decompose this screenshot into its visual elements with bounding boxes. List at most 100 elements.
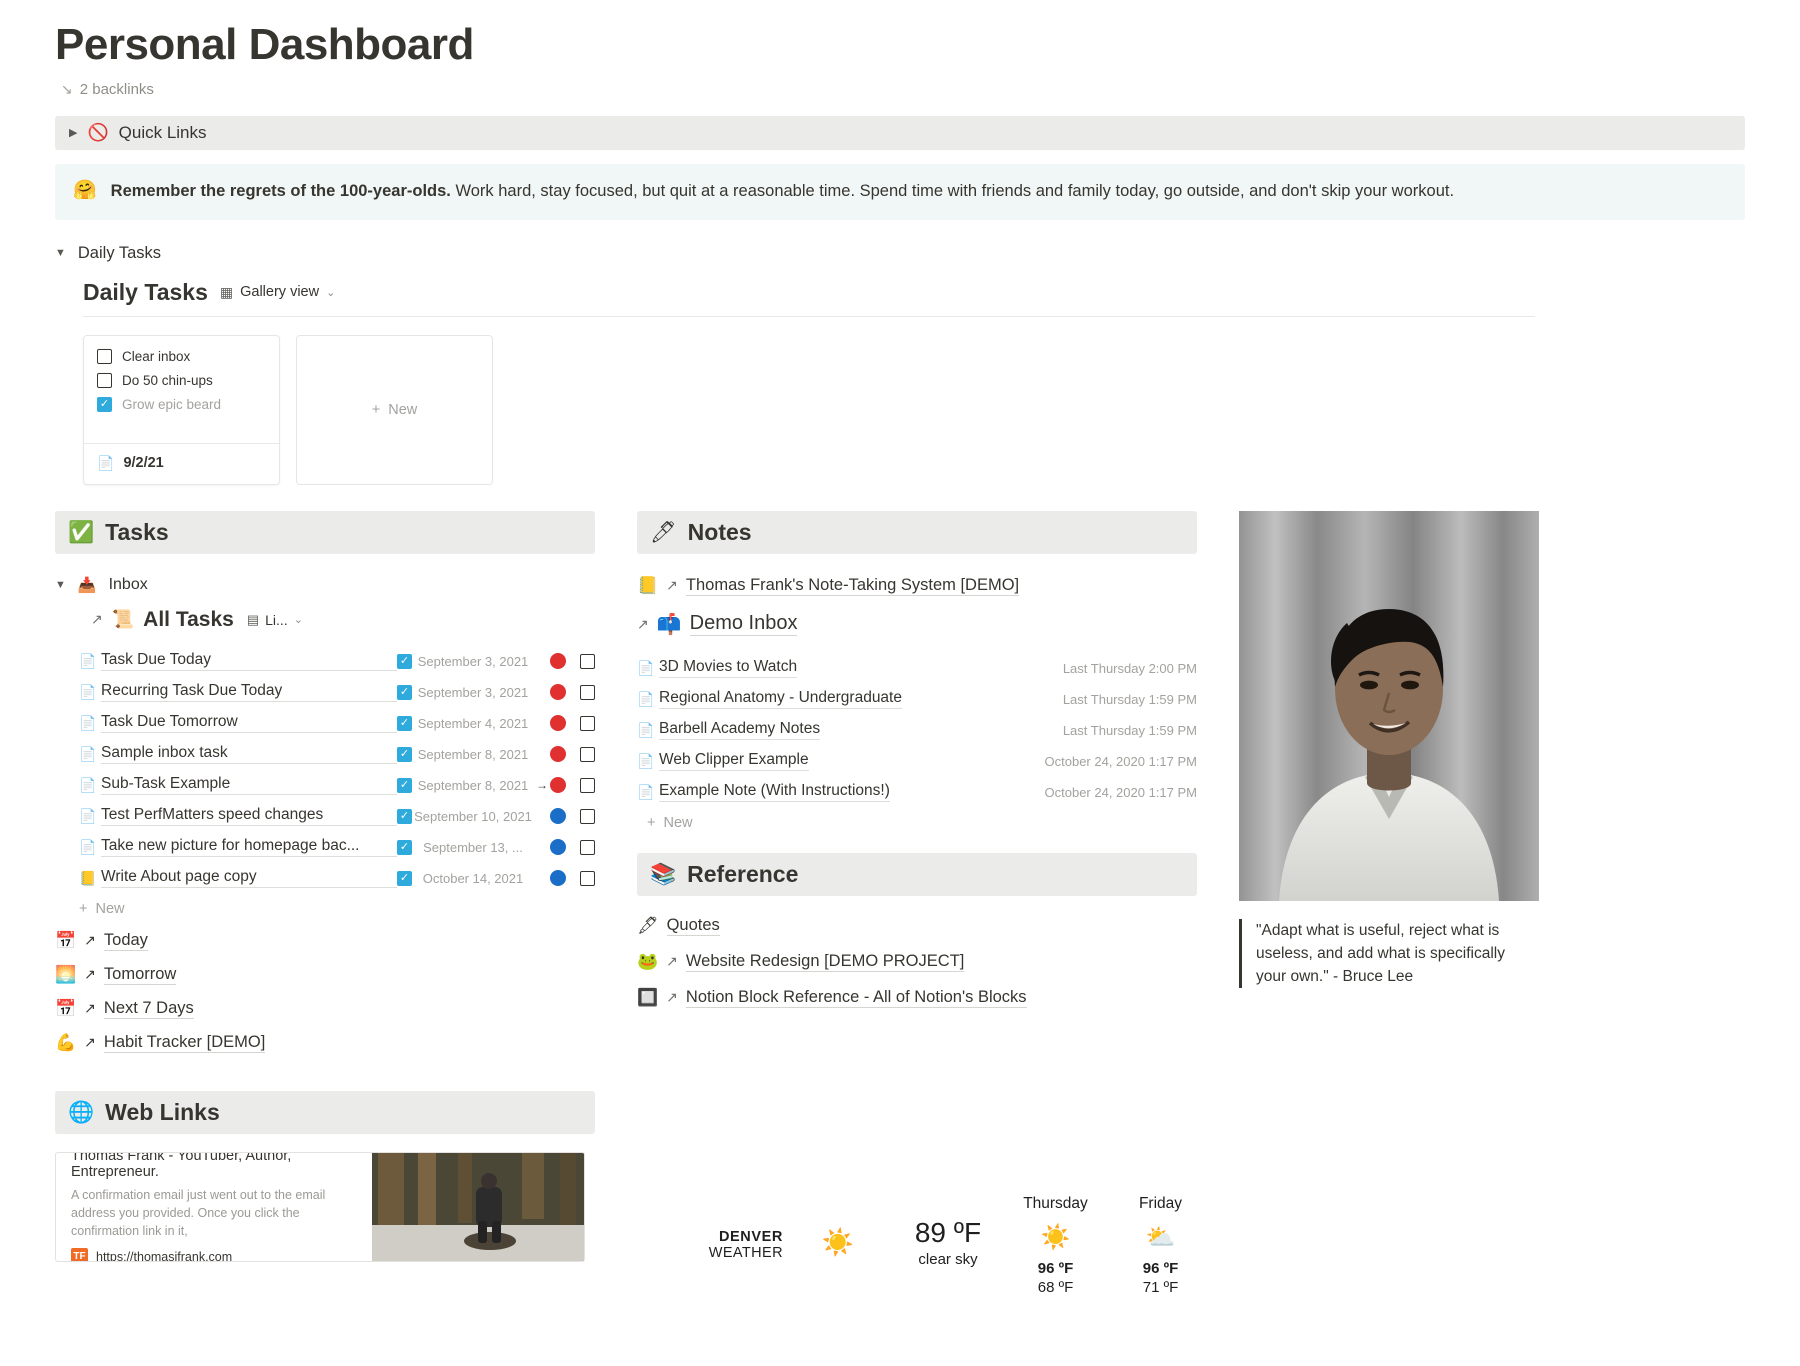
list-item[interactable]: 📄 Barbell Academy Notes Last Thursday 1:…: [637, 715, 1197, 746]
task-name[interactable]: Recurring Task Due Today: [101, 682, 397, 703]
arrow-up-right-icon: ↗: [84, 1000, 96, 1017]
task-done-checkbox[interactable]: [580, 653, 595, 669]
chevron-right-icon[interactable]: ▶: [69, 126, 77, 139]
arrow-up-right-icon: ↗: [666, 953, 678, 970]
priority-dot-blue: [550, 808, 566, 825]
checkbox-checked-icon[interactable]: [97, 396, 112, 412]
inbox-toggle[interactable]: ▼ 📥 Inbox: [55, 576, 595, 594]
table-row[interactable]: 📄 Task Due Today September 3, 2021: [79, 646, 595, 677]
bookmark-card[interactable]: Thomas Frank - YouTuber, Author, Entrepr…: [55, 1151, 585, 1262]
task-checkbox[interactable]: [397, 746, 412, 762]
task-checkbox[interactable]: [397, 839, 412, 855]
task-done-checkbox[interactable]: [580, 684, 595, 700]
link-tomorrow[interactable]: 🌅 ↗ Tomorrow: [55, 965, 595, 985]
note-name[interactable]: Regional Anatomy - Undergraduate: [659, 689, 902, 710]
bruce-lee-photo: [1239, 510, 1539, 901]
checklist-item[interactable]: Grow epic beard: [97, 396, 266, 412]
web-links-section-header[interactable]: 🌐 Web Links: [55, 1090, 595, 1134]
gallery-view-label: Gallery view: [240, 284, 320, 301]
callout-rest-text: Work hard, stay focused, but quit at a r…: [450, 181, 1455, 200]
task-checkbox[interactable]: [397, 684, 412, 700]
gallery-card[interactable]: Clear inbox Do 50 chin-ups Grow epic bea…: [83, 334, 280, 485]
task-done-checkbox[interactable]: [580, 777, 595, 793]
list-item[interactable]: 📄 Example Note (With Instructions!) Octo…: [637, 777, 1197, 808]
table-row[interactable]: 📄 Task Due Tomorrow September 4, 2021: [79, 708, 595, 739]
table-row[interactable]: 📄 Sample inbox task September 8, 2021: [79, 739, 595, 770]
task-checkbox[interactable]: [397, 653, 412, 669]
task-name[interactable]: Write About page copy: [101, 868, 397, 889]
task-date: September 13, ...: [423, 839, 523, 855]
table-row[interactable]: 📄 Take new picture for homepage bac... S…: [79, 832, 595, 863]
checkbox-unchecked-icon[interactable]: [97, 372, 112, 388]
task-checkbox[interactable]: [397, 808, 412, 824]
reference-section-header[interactable]: 📚 Reference: [637, 852, 1197, 896]
forecast-day-name: Thursday: [1023, 1195, 1088, 1212]
task-date: September 3, 2021: [417, 684, 529, 700]
table-row[interactable]: 📄 Sub-Task Example September 8, 2021 →: [79, 770, 595, 801]
notes-section-header[interactable]: 🖊 Notes: [637, 510, 1197, 554]
note-name[interactable]: 3D Movies to Watch: [659, 658, 798, 679]
tasks-new-button[interactable]: + New: [79, 901, 595, 917]
backlinks[interactable]: ↙ 2 backlinks: [61, 81, 1745, 98]
task-date: September 4, 2021: [417, 715, 529, 731]
list-item[interactable]: 📄 Web Clipper Example October 24, 2020 1…: [637, 746, 1197, 777]
weather-current: 89 ºF clear sky: [893, 1195, 1003, 1268]
link-notion-block-reference[interactable]: 🔲 ↗ Notion Block Reference - All of Noti…: [637, 988, 1197, 1008]
link-note-taking-system[interactable]: 📒 ↗ Thomas Frank's Note-Taking System [D…: [637, 576, 1197, 596]
notes-new-button[interactable]: + New: [647, 815, 1197, 831]
gallery-view-selector[interactable]: ▦ Gallery view ⌄: [220, 284, 335, 301]
table-row[interactable]: 📄 Recurring Task Due Today September 3, …: [79, 677, 595, 708]
task-done-checkbox[interactable]: [580, 808, 595, 824]
task-name[interactable]: Task Due Tomorrow: [101, 713, 397, 734]
chevron-down-icon[interactable]: ▼: [55, 579, 66, 591]
task-done-checkbox[interactable]: [580, 839, 595, 855]
task-name[interactable]: Sub-Task Example: [101, 775, 397, 796]
forecast-low: 71 ºF: [1142, 1279, 1179, 1296]
bookmark-text: Thomas Frank - YouTuber, Author, Entrepr…: [56, 1153, 372, 1261]
link-today[interactable]: 📅 ↗ Today: [55, 931, 595, 951]
daily-tasks-db-title[interactable]: Daily Tasks: [83, 279, 208, 306]
bookmark-title: Thomas Frank - YouTuber, Author, Entrepr…: [71, 1151, 292, 1180]
chevron-down-icon[interactable]: ▼: [55, 247, 66, 259]
table-row[interactable]: 📒 Write About page copy October 14, 2021: [79, 863, 595, 894]
task-done-checkbox[interactable]: [580, 715, 595, 731]
quick-links-toggle[interactable]: ▶ 🚫 Quick Links: [55, 115, 1745, 150]
link-website-redesign[interactable]: 🐸 ↗ Website Redesign [DEMO PROJECT]: [637, 952, 1197, 972]
white-square-icon: 🔲: [637, 987, 659, 1007]
list-item[interactable]: 📄 3D Movies to Watch Last Thursday 2:00 …: [637, 653, 1197, 684]
link-next-7-days[interactable]: 📅 ↗ Next 7 Days: [55, 999, 595, 1019]
note-name[interactable]: Example Note (With Instructions!): [659, 782, 890, 803]
task-checkbox[interactable]: [397, 715, 412, 731]
note-name[interactable]: Web Clipper Example: [659, 751, 809, 772]
checklist-item[interactable]: Clear inbox: [97, 348, 266, 364]
quote-text: "Adapt what is useful, reject what is us…: [1239, 918, 1539, 989]
all-tasks-title[interactable]: All Tasks: [143, 608, 234, 632]
task-done-checkbox[interactable]: [580, 870, 595, 886]
site-favicon: TF: [71, 1248, 88, 1261]
task-checkbox[interactable]: [397, 870, 412, 886]
link-habit-tracker[interactable]: 💪 ↗ Habit Tracker [DEMO]: [55, 1033, 595, 1053]
task-name[interactable]: Task Due Today: [101, 651, 397, 672]
daily-tasks-toggle[interactable]: ▼ Daily Tasks: [55, 244, 1745, 263]
list-item[interactable]: 📄 Regional Anatomy - Undergraduate Last …: [637, 684, 1197, 715]
checkbox-unchecked-icon[interactable]: [97, 348, 112, 364]
gallery-new-card-button[interactable]: + New: [296, 334, 493, 485]
task-name[interactable]: Test PerfMatters speed changes: [101, 806, 397, 827]
task-name[interactable]: Take new picture for homepage bac...: [101, 837, 397, 858]
all-tasks-view-selector[interactable]: ▤ Li... ⌄: [247, 612, 303, 628]
task-checkbox[interactable]: [397, 777, 412, 793]
page-icon: 📄: [79, 776, 97, 793]
link-quotes[interactable]: 🖋 Quotes: [637, 916, 1197, 936]
link-label: Tomorrow: [103, 964, 177, 985]
gallery-new-label: New: [388, 401, 418, 418]
link-demo-inbox[interactable]: ↗ 📫 Demo Inbox: [637, 612, 1197, 637]
checklist-item[interactable]: Do 50 chin-ups: [97, 372, 266, 388]
task-name[interactable]: Sample inbox task: [101, 744, 397, 765]
plus-icon: +: [647, 814, 656, 831]
table-row[interactable]: 📄 Test PerfMatters speed changes Septemb…: [79, 801, 595, 832]
note-name[interactable]: Barbell Academy Notes: [659, 720, 821, 741]
task-meta: September 8, 2021: [397, 746, 595, 763]
tasks-section-header[interactable]: ✅ Tasks: [55, 510, 595, 554]
task-done-checkbox[interactable]: [580, 746, 595, 762]
calendar-17-icon: 📅: [55, 930, 77, 950]
